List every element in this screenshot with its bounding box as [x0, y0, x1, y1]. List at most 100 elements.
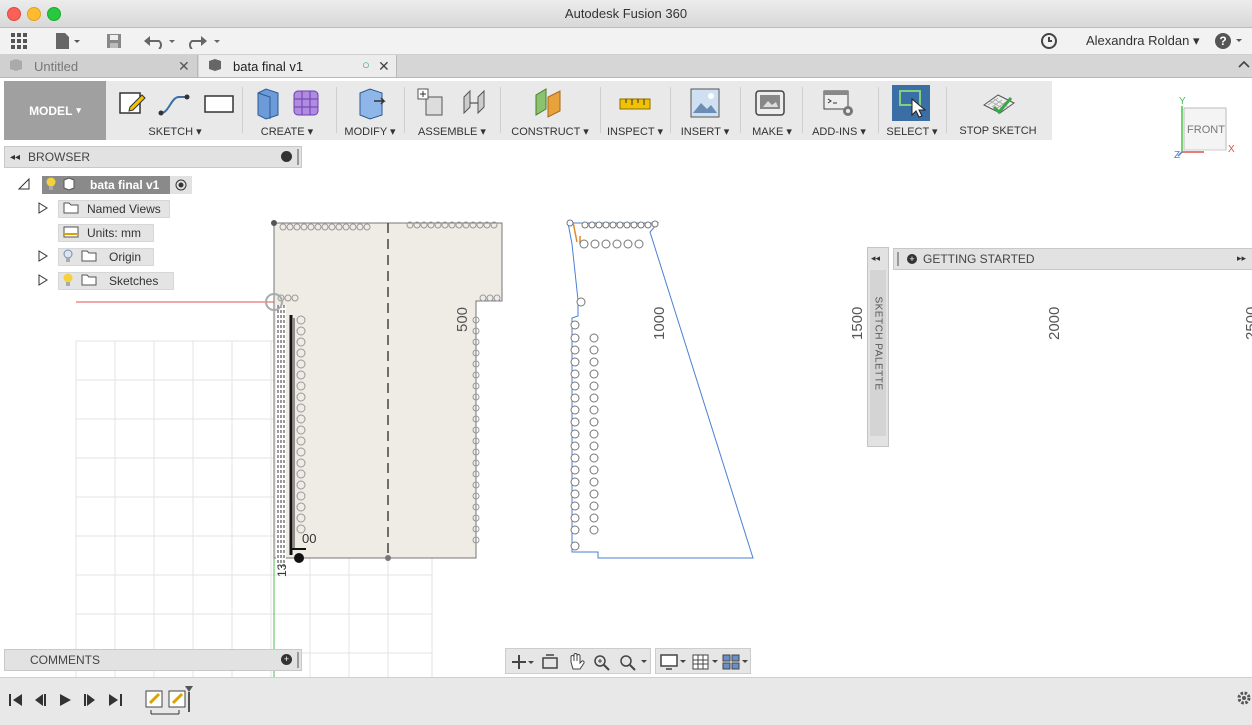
step-back-icon[interactable]	[32, 692, 48, 708]
help-icon[interactable]: ?	[1214, 31, 1244, 51]
pan-hand-icon[interactable]	[566, 652, 586, 672]
expand-panel-icon[interactable]: ▸▸	[1237, 253, 1246, 264]
activate-radio-icon[interactable]	[170, 176, 192, 194]
tree-item-named-views[interactable]: Named Views	[38, 200, 170, 218]
zoom-icon[interactable]	[592, 653, 612, 671]
getting-started-header[interactable]: + GETTING STARTED ▸▸	[893, 248, 1252, 270]
viewcube-face-label[interactable]: FRONT	[1186, 124, 1226, 136]
root-component-chip[interactable]: bata final v1	[42, 176, 170, 194]
step-forward-icon[interactable]	[82, 692, 98, 708]
assemble-group[interactable]: ASSEMBLE ▾	[406, 81, 498, 140]
inspect-group[interactable]: INSPECT ▾	[602, 81, 668, 140]
modify-group[interactable]: MODIFY ▾	[338, 81, 402, 140]
measure-icon[interactable]	[618, 93, 652, 115]
document-tab-bar: Untitled ✕ bata final v1 ○ ✕	[0, 55, 1252, 78]
expand-triangle-icon[interactable]	[38, 273, 52, 289]
stop-sketch-button[interactable]: STOP SKETCH	[948, 81, 1040, 140]
orbit-icon[interactable]	[510, 653, 534, 671]
user-menu[interactable]: Alexandra Roldan ▾	[1086, 33, 1200, 49]
insert-group[interactable]: INSERT ▾	[672, 81, 738, 140]
fit-zoom-icon[interactable]	[618, 653, 648, 671]
display-settings-icon[interactable]	[660, 653, 688, 671]
lightbulb-icon[interactable]	[46, 177, 56, 194]
browser-minimize-icon[interactable]	[281, 151, 292, 162]
expand-triangle-icon[interactable]	[38, 201, 52, 217]
tree-root[interactable]: bata final v1	[17, 176, 192, 194]
addins-group[interactable]: ADD-INS ▾	[804, 81, 876, 140]
look-at-icon[interactable]	[540, 653, 560, 671]
3d-print-icon[interactable]	[754, 87, 786, 119]
ruler-label: 500	[454, 307, 471, 332]
go-to-end-icon[interactable]	[107, 692, 123, 708]
workspace-label: MODEL	[29, 103, 73, 118]
toolbar-ribbon: MODEL ▾ SKETCH ▾ CREATE ▾ MODIFY ▾ ASSEMB…	[4, 81, 1052, 140]
viewcube[interactable]: FRONT Y X Z	[1170, 96, 1240, 164]
workspace-switcher[interactable]: MODEL ▾	[4, 81, 106, 140]
dimension-label-vertical: 13	[275, 563, 289, 577]
close-tab-icon[interactable]: ✕	[178, 58, 190, 75]
line-icon[interactable]	[158, 89, 192, 119]
job-status-clock-icon[interactable]	[1038, 31, 1060, 51]
create-sketch-icon[interactable]	[116, 87, 148, 119]
lightbulb-icon[interactable]	[63, 273, 73, 290]
scripts-addins-icon[interactable]	[822, 87, 856, 119]
panel-grip[interactable]	[297, 149, 299, 165]
lightbulb-icon[interactable]	[63, 249, 73, 266]
create-group[interactable]: CREATE ▾	[244, 81, 336, 140]
units-chip[interactable]: Units: mm	[58, 224, 154, 242]
redo-icon[interactable]	[188, 31, 222, 51]
file-menu-icon[interactable]	[52, 31, 82, 51]
new-component-icon[interactable]	[414, 87, 448, 119]
doc-tab-bata-final[interactable]: bata final v1 ○ ✕	[199, 55, 397, 77]
finish-sketch-icon[interactable]	[982, 87, 1016, 119]
app-grid-icon[interactable]	[8, 31, 30, 51]
construct-group[interactable]: CONSTRUCT ▾	[502, 81, 598, 140]
tree-item-sketches[interactable]: Sketches	[38, 272, 174, 290]
collapse-panel-icon[interactable]: ◂◂	[10, 152, 20, 163]
extrude-icon[interactable]	[250, 85, 282, 121]
insert-image-icon[interactable]	[689, 87, 721, 119]
addins-group-label: ADD-INS ▾	[812, 126, 866, 138]
close-tab-icon[interactable]: ✕	[378, 58, 390, 75]
collapse-panel-icon[interactable]: ◂◂	[871, 253, 880, 264]
expand-triangle-icon[interactable]	[38, 249, 52, 265]
browser-header[interactable]: ◂◂ BROWSER	[4, 146, 302, 168]
tree-item-origin[interactable]: Origin	[38, 248, 154, 266]
joint-icon[interactable]	[458, 87, 492, 119]
origin-chip[interactable]: Origin	[58, 248, 154, 266]
design-canvas[interactable]: 00 13 500 1000 1500 2000 2500	[0, 141, 1252, 677]
panel-grip[interactable]	[297, 652, 299, 668]
make-group[interactable]: MAKE ▾	[742, 81, 798, 140]
collapse-triangle-icon[interactable]	[17, 177, 32, 193]
panel-grip[interactable]	[897, 252, 899, 266]
go-to-start-icon[interactable]	[8, 692, 24, 708]
chevron-up-icon[interactable]	[1238, 58, 1250, 73]
sketches-chip[interactable]: Sketches	[58, 272, 174, 290]
expand-plus-icon[interactable]: +	[907, 254, 917, 264]
doc-tab-untitled[interactable]: Untitled ✕	[0, 55, 198, 77]
press-pull-icon[interactable]	[354, 85, 388, 121]
timeline-settings-gear-icon[interactable]	[1236, 690, 1252, 706]
rectangle-icon[interactable]	[202, 91, 236, 117]
tree-item-units[interactable]: Units: mm	[38, 224, 154, 242]
sketch-palette-tab[interactable]: ◂◂ SKETCH PALETTE	[867, 247, 889, 447]
select-icon[interactable]	[896, 87, 928, 119]
play-icon[interactable]	[57, 692, 73, 708]
add-comment-icon[interactable]: +	[281, 654, 292, 665]
comments-header[interactable]: COMMENTS +	[4, 649, 302, 671]
named-views-chip[interactable]: Named Views	[58, 200, 170, 218]
divider	[740, 87, 741, 133]
timeline-sketch-features[interactable]	[145, 686, 195, 718]
divider	[802, 87, 803, 133]
user-name: Alexandra Roldan	[1086, 33, 1190, 48]
select-group[interactable]: SELECT ▾	[880, 81, 944, 140]
offset-plane-icon[interactable]	[532, 85, 566, 121]
make-group-label: MAKE ▾	[752, 126, 792, 138]
undo-icon[interactable]	[143, 31, 177, 51]
form-icon[interactable]	[290, 87, 322, 119]
sketch-group[interactable]: SKETCH ▾	[108, 81, 242, 140]
viewports-icon[interactable]	[722, 653, 750, 671]
save-icon[interactable]	[104, 31, 124, 51]
tree-item-label: Named Views	[87, 202, 161, 216]
grid-settings-icon[interactable]	[692, 653, 720, 671]
